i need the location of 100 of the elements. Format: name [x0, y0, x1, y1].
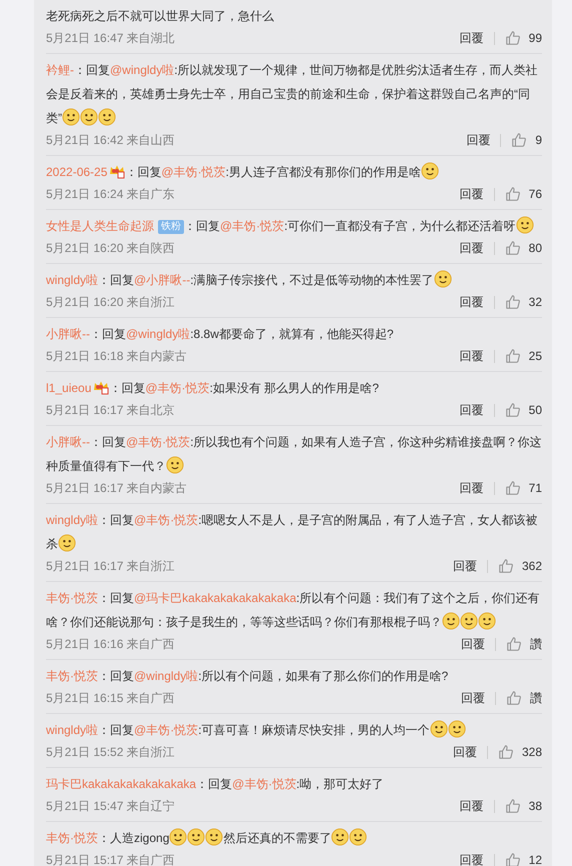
user-name-link[interactable]: 小胖啾--	[46, 327, 90, 341]
crown-icon	[109, 163, 126, 179]
reply-link[interactable]: 回覆	[460, 480, 484, 496]
thumbs-up-icon[interactable]	[506, 690, 522, 706]
comment-text: 玛卡巴kakakakakakakakaka：回复@丰饬·悦茨:呦，那可太好了	[46, 776, 385, 793]
emoji-icon	[98, 108, 116, 126]
like-count: 32	[528, 295, 542, 309]
reply-link[interactable]: 回覆	[460, 852, 484, 866]
emoji-icon	[58, 534, 76, 552]
emoji-icon	[80, 108, 98, 126]
user-name-link[interactable]: wingldy啦	[46, 273, 98, 287]
thumbs-up-icon[interactable]	[498, 558, 514, 574]
user-name-link[interactable]: 玛卡巴kakakakakakakakaka	[46, 777, 196, 791]
mention-link[interactable]: @wingldy啦	[110, 63, 174, 77]
thumbs-up-icon[interactable]	[506, 636, 522, 652]
reply-link[interactable]: 回覆	[460, 348, 484, 364]
thumbs-up-icon[interactable]	[504, 30, 521, 46]
mention-link[interactable]: @玛卡巴kakakakakakakakaka	[134, 591, 296, 605]
user-name-link[interactable]: 女性是人类生命起源	[46, 219, 154, 233]
like-count: 76	[528, 187, 542, 201]
mention-link[interactable]: @小胖啾--	[134, 273, 190, 287]
comment-text: 小胖啾--：回复@丰饬·悦茨:所以我也有个问题，如果有人造子宫，你这种劣精谁接盘啊？你这种质量值得有下一代？	[46, 434, 542, 476]
emoji-icon	[516, 216, 534, 234]
comment-text: 丰饬·悦茨：回复@wingldy啦:所以有个问题，如果有了那么你们的作用是啥?	[46, 668, 450, 685]
like-count: 25	[528, 349, 542, 363]
thumbs-up-icon[interactable]	[504, 798, 521, 814]
reply-link[interactable]: 回覆	[460, 294, 484, 310]
comment-text: 女性是人类生命起源 铁粉 ：回复@丰饬·悦茨:可你们一直都没有子宫，为什么都还活着呀	[46, 214, 542, 238]
mention-link[interactable]: @丰饬·悦茨	[134, 723, 198, 737]
user-name-link[interactable]: wingldy啦	[46, 723, 98, 737]
user-name-link[interactable]: l1_uieou	[46, 381, 92, 395]
thumbs-up-icon[interactable]	[504, 348, 521, 364]
user-name-link[interactable]: 衿鲤-	[46, 63, 74, 77]
comment-time: 5月21日 16:15 来自广西	[46, 690, 175, 706]
user-name-link[interactable]: 丰饬·悦茨	[46, 831, 98, 845]
reply-link[interactable]: 回覆	[460, 30, 484, 46]
like-count: 9	[535, 133, 542, 147]
mention-link[interactable]: @丰饬·悦茨	[126, 435, 190, 449]
emoji-icon	[442, 612, 460, 630]
reply-link[interactable]: 回覆	[461, 690, 485, 706]
comment-text: 2022-06-25 ：回复@丰饬·悦茨:男人连子宫都没有那你们的作用是啥	[46, 160, 542, 184]
emoji-icon	[166, 456, 184, 474]
comment-time: 5月21日 15:52 来自浙江	[46, 744, 175, 760]
mention-link[interactable]: @丰饬·悦茨	[134, 513, 198, 527]
reply-link[interactable]: 回覆	[466, 132, 490, 148]
emoji-icon	[420, 162, 439, 180]
reply-link[interactable]: 回覆	[452, 558, 477, 574]
mention-link[interactable]: @wingldy啦	[134, 669, 198, 683]
emoji-icon	[62, 108, 80, 126]
comment-text: 老死病死之后不就可以世界大同了，急什么	[46, 8, 275, 25]
user-name-link[interactable]: 丰饬·悦茨	[46, 669, 98, 683]
like-count: 38	[528, 799, 542, 813]
comment-text: wingldy啦：回复@丰饬·悦茨:嗯嗯女人不是人，是子宫的附属品，有了人造子宫，女人都该被杀	[46, 512, 539, 554]
reply-link[interactable]: 回覆	[460, 798, 484, 814]
thumbs-up-icon[interactable]	[504, 186, 521, 202]
like-count: 80	[528, 241, 542, 255]
emoji-icon	[448, 720, 466, 738]
mention-link[interactable]: @丰饬·悦茨	[161, 165, 226, 179]
reply-link[interactable]: 回覆	[461, 636, 485, 652]
fan-badge: 铁粉	[158, 220, 184, 234]
reply-link[interactable]: 回覆	[460, 186, 484, 202]
user-name-link[interactable]: 丰饬·悦茨	[46, 591, 98, 605]
emoji-icon	[478, 612, 496, 630]
thumbs-up-icon[interactable]	[498, 744, 514, 760]
like-count: 328	[522, 745, 542, 759]
thumbs-up-icon[interactable]	[511, 132, 528, 148]
user-name-link[interactable]: 2022-06-25	[46, 165, 108, 179]
mention-link[interactable]: @丰饬·悦茨	[220, 219, 284, 233]
comment-time: 5月21日 15:17 来自广西	[46, 852, 175, 866]
like-count: 讚	[530, 690, 542, 706]
user-name-link[interactable]: 小胖啾--	[46, 435, 90, 449]
crown-icon	[93, 379, 110, 395]
reply-link[interactable]: 回覆	[452, 744, 477, 760]
comment-text: 丰饬·悦茨：回复@玛卡巴kakakakakakakakaka:所以有个问题：我们有了这个之后，你们还有啥？你们还能说那句：孩子是我生的，等等这些话吗？你们有那根棍子吗？	[46, 590, 541, 632]
comment-time: 5月21日 16:16 来自广西	[46, 636, 175, 652]
comment-text: wingldy啦：回复@丰饬·悦茨:可喜可喜！麻烦请尽快安排，男的人均一个	[46, 718, 542, 742]
comment-time: 5月21日 16:42 来自山西	[46, 132, 175, 148]
emoji-icon	[205, 828, 224, 846]
emoji-icon	[331, 828, 350, 846]
reply-link[interactable]: 回覆	[460, 402, 484, 418]
like-count: 讚	[530, 636, 542, 652]
thumbs-up-icon[interactable]	[504, 240, 521, 256]
mention-link[interactable]: @丰饬·悦茨	[232, 777, 296, 791]
comment-text: 丰饬·悦茨：人造zigong 然后还真的不需要了	[46, 826, 542, 850]
thumbs-up-icon[interactable]	[504, 480, 521, 496]
comment-time: 5月21日 16:18 来自内蒙古	[46, 348, 187, 364]
emoji-icon	[349, 828, 368, 846]
thumbs-up-icon[interactable]	[504, 852, 521, 866]
thumbs-up-icon[interactable]	[504, 294, 521, 310]
emoji-icon	[434, 270, 452, 288]
thumbs-up-icon[interactable]	[504, 402, 521, 418]
comment-text: wingldy啦：回复@小胖啾--:满脑子传宗接代，不过是低等动物的本性罢了	[46, 268, 542, 292]
comment-text: l1_uieou ：回复@丰饬·悦茨:如果没有 那么男人的作用是啥?	[46, 378, 380, 397]
emoji-icon	[430, 720, 448, 738]
user-name-link[interactable]: wingldy啦	[46, 513, 98, 527]
mention-link[interactable]: @wingldy啦	[126, 327, 190, 341]
reply-link[interactable]: 回覆	[460, 240, 484, 256]
mention-link[interactable]: @丰饬·悦茨	[145, 381, 210, 395]
comment-time: 5月21日 16:20 来自浙江	[46, 294, 175, 310]
like-count: 71	[528, 481, 542, 495]
